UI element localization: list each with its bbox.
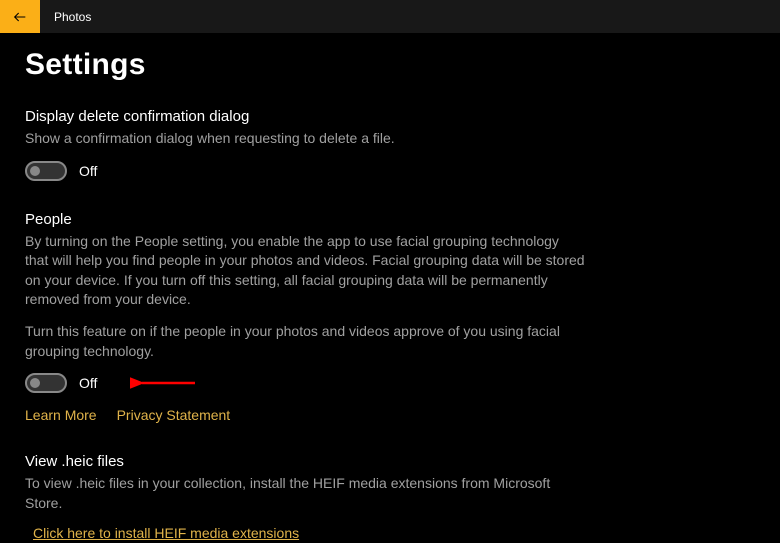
heic-desc: To view .heic files in your collection, …: [25, 474, 585, 513]
toggle-knob: [30, 166, 40, 176]
heic-section: View .heic files To view .heic files in …: [25, 453, 780, 543]
heic-install-link[interactable]: Click here to install HEIF media extensi…: [33, 525, 299, 541]
people-links: Learn More Privacy Statement: [25, 407, 780, 423]
delete-confirm-toggle[interactable]: [25, 161, 67, 181]
people-toggle-label: Off: [79, 375, 97, 391]
delete-confirm-toggle-label: Off: [79, 163, 97, 179]
learn-more-link[interactable]: Learn More: [25, 407, 97, 423]
people-desc2: Turn this feature on if the people in yo…: [25, 322, 585, 361]
back-button[interactable]: [0, 0, 40, 33]
page-title: Settings: [25, 48, 780, 82]
heic-title: View .heic files: [25, 453, 780, 470]
delete-confirm-desc: Show a confirmation dialog when requesti…: [25, 129, 585, 149]
toggle-knob: [30, 378, 40, 388]
back-arrow-icon: [12, 9, 28, 25]
title-bar: Photos: [0, 0, 780, 33]
delete-confirm-section: Display delete confirmation dialog Show …: [25, 108, 780, 181]
people-title: People: [25, 211, 780, 228]
content-area: Settings Display delete confirmation dia…: [0, 33, 780, 543]
delete-confirm-title: Display delete confirmation dialog: [25, 108, 780, 125]
app-title: Photos: [54, 10, 91, 24]
arrow-annotation-icon: [130, 373, 200, 393]
people-desc: By turning on the People setting, you en…: [25, 232, 585, 310]
people-section: People By turning on the People setting,…: [25, 211, 780, 424]
delete-confirm-toggle-row: Off: [25, 161, 780, 181]
people-toggle[interactable]: [25, 373, 67, 393]
people-toggle-row: Off: [25, 373, 780, 393]
privacy-statement-link[interactable]: Privacy Statement: [117, 407, 231, 423]
